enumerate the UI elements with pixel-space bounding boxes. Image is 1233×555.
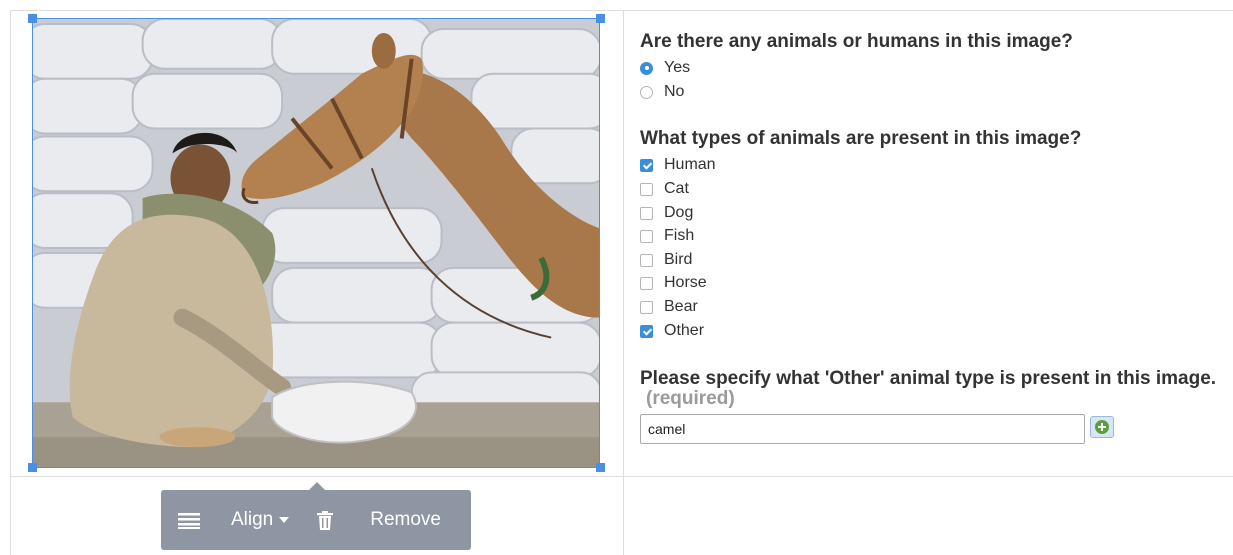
- checkbox[interactable]: [640, 182, 653, 196]
- option-label: Human: [664, 156, 716, 173]
- option-label: Bird: [664, 251, 693, 268]
- checkbox-option-fish[interactable]: Fish: [640, 226, 694, 246]
- toolbar-pointer: [309, 482, 325, 490]
- resize-handle-bottom-right[interactable]: [596, 463, 605, 472]
- checkbox[interactable]: [640, 324, 653, 338]
- table-border-top: [10, 10, 1233, 11]
- option-label: No: [664, 83, 685, 100]
- question-title-presence: Are there any animals or humans in this …: [640, 31, 1073, 52]
- resize-handle-top-right[interactable]: [596, 14, 605, 23]
- checkbox-option-horse[interactable]: Horse: [640, 273, 707, 293]
- selected-image[interactable]: [32, 18, 600, 468]
- checkbox-option-bear[interactable]: Bear: [640, 297, 698, 317]
- checkbox-option-dog[interactable]: Dog: [640, 203, 693, 223]
- other-animal-input[interactable]: [640, 414, 1085, 444]
- checkbox-option-other[interactable]: Other: [640, 321, 704, 341]
- checkbox-option-human[interactable]: Human: [640, 155, 716, 175]
- question-title-other: Please specify what 'Other' animal type …: [640, 368, 1217, 389]
- option-label: Yes: [664, 59, 691, 76]
- add-button[interactable]: [1090, 416, 1114, 438]
- remove-button[interactable]: Remove: [317, 509, 441, 531]
- checkbox[interactable]: [640, 206, 653, 220]
- option-label: Dog: [664, 204, 694, 221]
- plus-circle-icon: [1095, 420, 1109, 434]
- table-column-divider: [623, 10, 624, 555]
- image-toolbar: Align Remove: [161, 490, 471, 550]
- checkbox-option-cat[interactable]: Cat: [640, 179, 689, 199]
- remove-label: Remove: [370, 509, 441, 530]
- radio-option-yes[interactable]: Yes: [640, 58, 690, 78]
- resize-handle-bottom-left[interactable]: [28, 463, 37, 472]
- checkbox[interactable]: [640, 158, 653, 172]
- checkbox[interactable]: [640, 229, 653, 243]
- option-label: Fish: [664, 227, 695, 244]
- checkbox[interactable]: [640, 276, 653, 290]
- resize-handle-top-left[interactable]: [28, 14, 37, 23]
- checkbox-option-bird[interactable]: Bird: [640, 250, 692, 270]
- checkbox[interactable]: [640, 253, 653, 267]
- question-title-types: What types of animals are present in thi…: [640, 128, 1082, 149]
- paragraph-format-button[interactable]: [178, 511, 200, 529]
- align-label: Align: [231, 509, 274, 530]
- option-label: Cat: [664, 180, 689, 197]
- radio-button[interactable]: [640, 61, 653, 75]
- checkbox[interactable]: [640, 300, 653, 314]
- radio-option-no[interactable]: No: [640, 82, 684, 102]
- option-label: Other: [664, 322, 705, 339]
- trash-icon: [317, 510, 334, 530]
- lines-icon: [178, 513, 200, 529]
- radio-button[interactable]: [640, 85, 653, 99]
- table-row-divider: [10, 476, 1233, 477]
- chevron-down-icon: [279, 517, 290, 523]
- required-label: (required): [646, 388, 735, 409]
- option-label: Horse: [664, 274, 707, 291]
- table-border-left: [10, 10, 11, 555]
- align-dropdown[interactable]: Align: [231, 509, 290, 531]
- option-label: Bear: [664, 298, 698, 315]
- camel-and-man-photo: [33, 19, 599, 467]
